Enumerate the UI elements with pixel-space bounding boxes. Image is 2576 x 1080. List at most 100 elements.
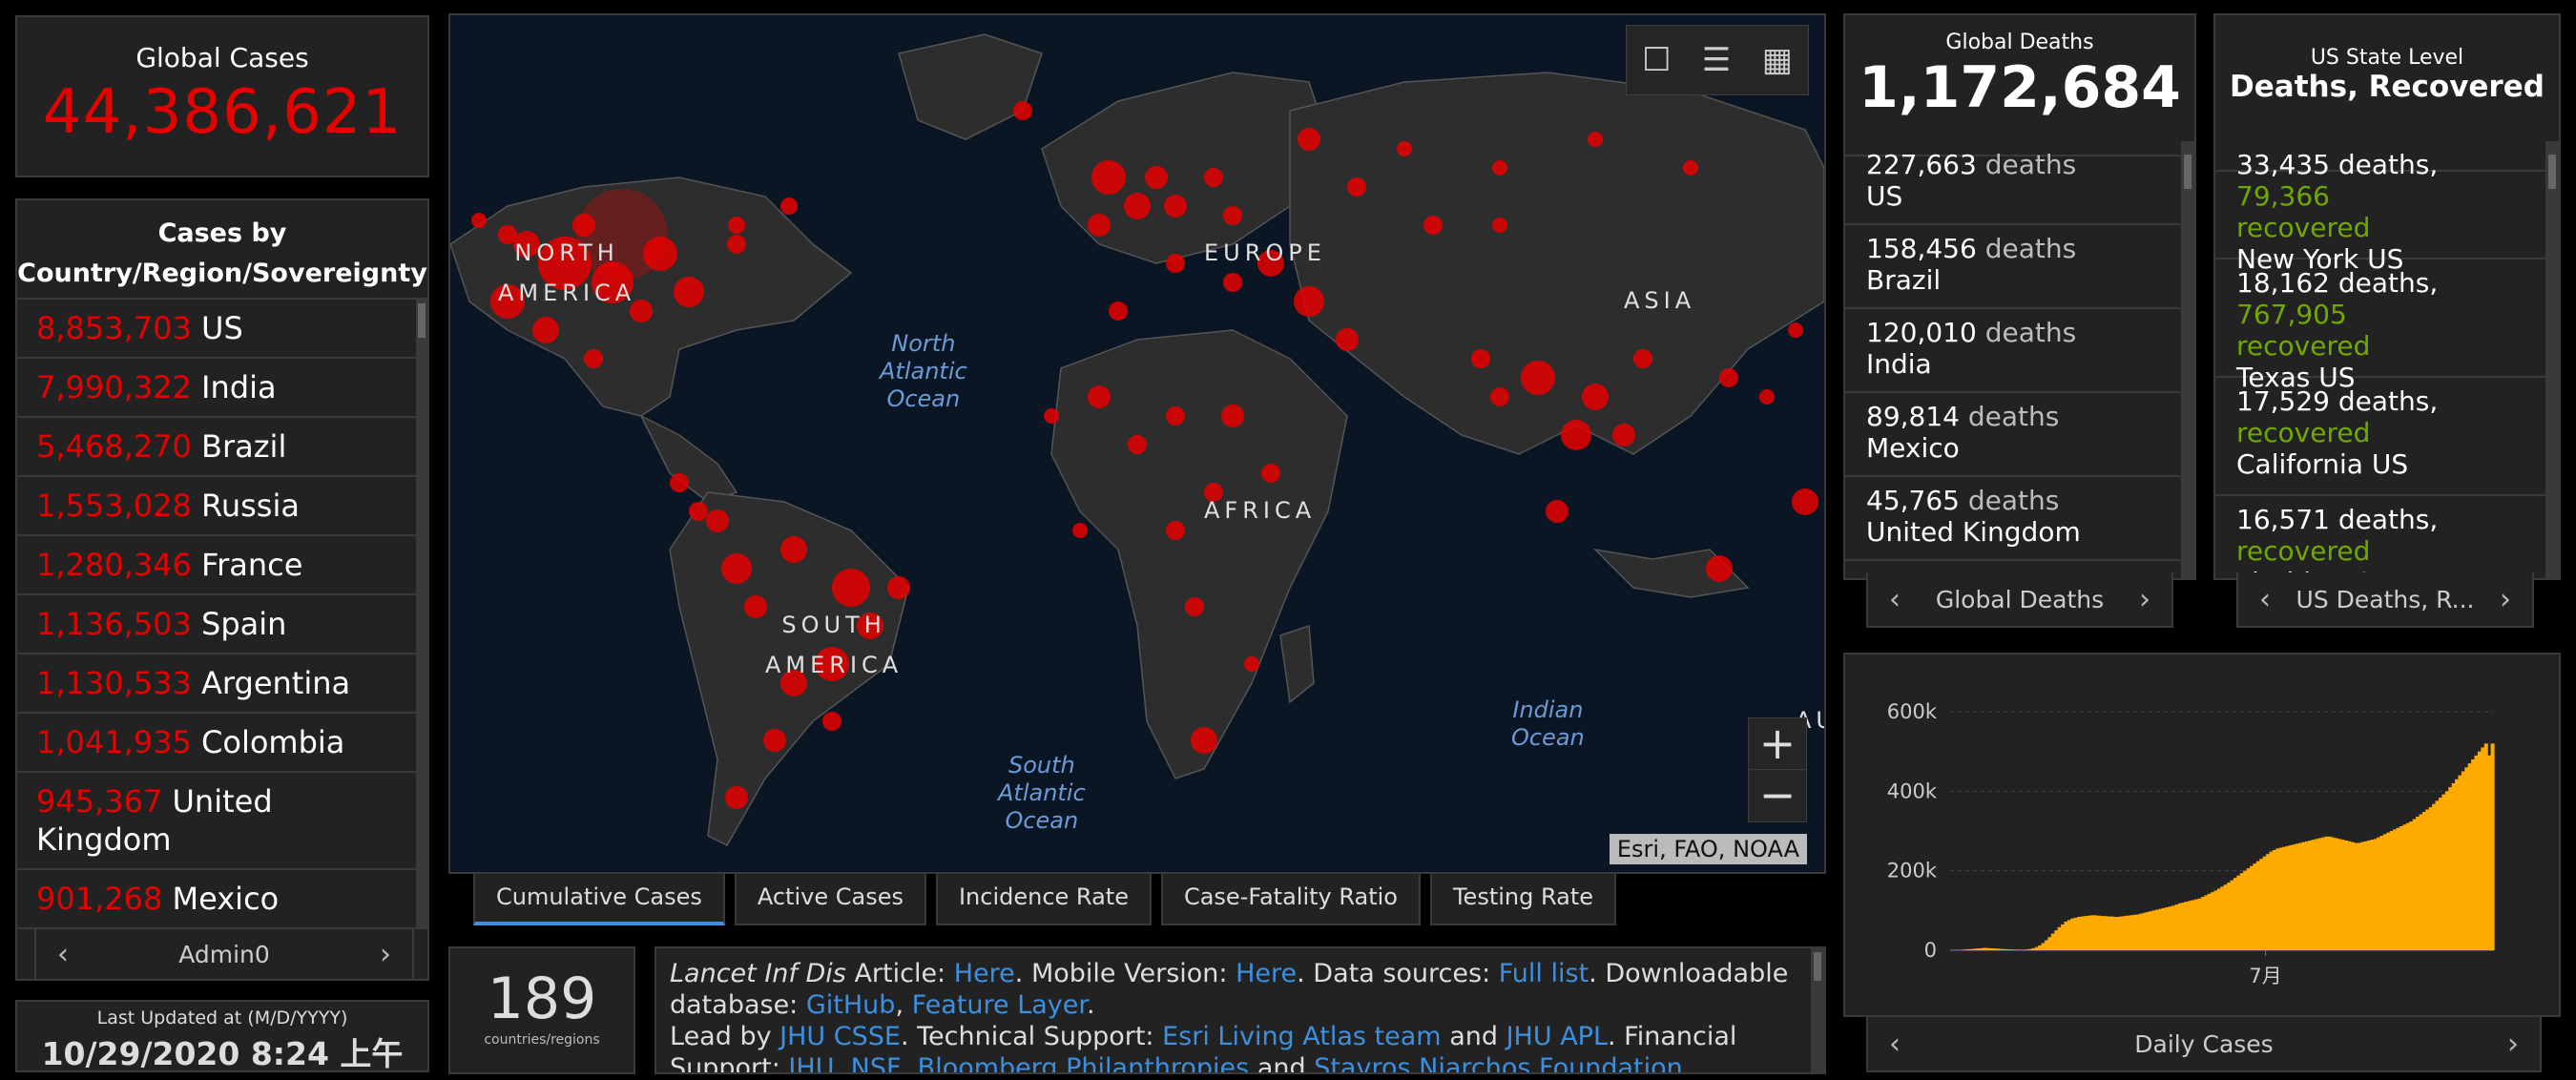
- country-list-item[interactable]: 901,268 Mexico: [17, 870, 416, 929]
- chart-bar: [2057, 926, 2062, 950]
- info-scroll-thumb[interactable]: [1814, 952, 1821, 981]
- chart-bar: [2191, 900, 2195, 950]
- indian-ocean-line1: Indian: [1512, 696, 1584, 723]
- country-count-label: countries/regions: [484, 1032, 600, 1048]
- chart-y-tick-label: 600k: [1887, 700, 1938, 723]
- info-scrollbar[interactable]: [1811, 948, 1824, 1072]
- jhu-csse-link[interactable]: JHU CSSE: [779, 1022, 901, 1051]
- country-list-item[interactable]: 5,468,270 Brazil: [17, 418, 416, 477]
- chart-bar: [2018, 949, 2023, 950]
- country-list-item[interactable]: 1,280,346 France: [17, 536, 416, 595]
- global-deaths-list[interactable]: 227,663 deaths US 158,456 deaths Brazil 120,…: [1845, 141, 2181, 584]
- chart-bar: [2145, 912, 2150, 950]
- country-list-item[interactable]: 1,130,533 Argentina: [17, 654, 416, 714]
- country-list-item[interactable]: 1,136,503 Spain: [17, 595, 416, 654]
- jhu-link[interactable]: JHU: [788, 1053, 834, 1072]
- state-list-item[interactable]: 18,162 deaths, 767,905 recovered Texas US: [2215, 260, 2545, 393]
- state-recovered-count: 79,366: [2236, 180, 2330, 212]
- country-list-item[interactable]: 1,553,028 Russia: [17, 477, 416, 536]
- label-indian-ocean: Indian Ocean: [1511, 696, 1585, 752]
- chart-bar: [2317, 838, 2322, 950]
- stavros-link[interactable]: Stavros Niarchos Foundation: [1314, 1053, 1683, 1072]
- next-page-button[interactable]: ›: [2486, 1028, 2540, 1061]
- tab-cumulative-cases[interactable]: Cumulative Cases: [473, 872, 725, 925]
- country-list-item[interactable]: 1,041,935 Colombia: [17, 714, 416, 773]
- next-page-button[interactable]: ›: [359, 938, 412, 971]
- country-list-item[interactable]: 8,853,703 US: [17, 300, 416, 359]
- prev-page-button[interactable]: ‹: [1868, 583, 1922, 616]
- tab-active-cases[interactable]: Active Cases: [734, 872, 926, 925]
- tab-incidence-rate[interactable]: Incidence Rate: [935, 872, 1152, 925]
- deaths-list-item[interactable]: 158,456 deaths Brazil: [1845, 225, 2181, 309]
- chart-bar: [2343, 841, 2349, 950]
- chart-bar: [2031, 947, 2036, 950]
- deaths-list-item[interactable]: 89,814 deaths Mexico: [1845, 393, 2181, 477]
- chart-bar: [2239, 873, 2244, 950]
- state-scroll-thumb[interactable]: [2548, 155, 2556, 189]
- deaths-list-item[interactable]: 227,663 deaths US: [1845, 141, 2181, 225]
- country-list-scroll-thumb[interactable]: [418, 303, 426, 338]
- chart-bar: [2096, 915, 2101, 950]
- jhu-apl-link[interactable]: JHU APL: [1506, 1022, 1608, 1051]
- next-page-button[interactable]: ›: [2479, 583, 2532, 616]
- deaths-scrollbar[interactable]: [2181, 141, 2194, 580]
- state-scrollbar[interactable]: [2545, 141, 2559, 580]
- country-list-item[interactable]: 7,990,322 India: [17, 359, 416, 418]
- chart-bar: [2419, 814, 2423, 950]
- tab-case-fatality-ratio[interactable]: Case-Fatality Ratio: [1160, 872, 1421, 925]
- country-list-item[interactable]: 945,367 United Kingdom: [17, 773, 416, 870]
- chart-bar: [2311, 840, 2316, 950]
- prev-page-button[interactable]: ‹: [1868, 1028, 1922, 1061]
- cases-by-country-header: Cases by Country/Region/Sovereignty: [17, 200, 427, 300]
- info-text: and: [1249, 1053, 1315, 1074]
- chart-bar: [2165, 907, 2170, 950]
- last-updated-panel: Last Updated at (M/D/YYYY) 10/29/2020 8:…: [15, 1000, 429, 1072]
- article-link[interactable]: Here: [954, 959, 1015, 988]
- chart-bar: [2132, 914, 2137, 950]
- zoom-out-button[interactable]: −: [1748, 769, 1807, 822]
- state-list-item[interactable]: 33,435 deaths, 79,366 recovered New York U…: [2215, 141, 2545, 275]
- country-list[interactable]: 8,853,703 US 7,990,322 India 5,468,270 Bra…: [17, 300, 416, 929]
- deaths-unit: deaths: [1967, 401, 2060, 432]
- nsf-link[interactable]: NSF: [851, 1053, 902, 1072]
- deaths-scroll-thumb[interactable]: [2184, 155, 2192, 189]
- full-list-link[interactable]: Full list: [1499, 959, 1589, 988]
- zoom-in-button[interactable]: +: [1748, 717, 1807, 771]
- qr-grid-icon[interactable]: ▦: [1762, 41, 1793, 79]
- country-count-value: 189: [487, 966, 597, 1032]
- us-state-list[interactable]: 33,435 deaths, 79,366 recovered New York U…: [2215, 141, 2545, 584]
- next-page-button[interactable]: ›: [2118, 583, 2171, 616]
- feature-layer-link[interactable]: Feature Layer: [912, 990, 1087, 1020]
- chart-bar: [2250, 865, 2254, 950]
- chart-bar: [1999, 948, 2004, 950]
- esri-living-atlas-link[interactable]: Esri Living Atlas team: [1162, 1022, 1442, 1051]
- list-icon[interactable]: ☰: [1702, 41, 1731, 79]
- bookmark-icon[interactable]: ☐: [1642, 41, 1671, 79]
- state-list-item[interactable]: 17,529 deaths, recovered California US: [2215, 378, 2545, 496]
- prev-page-button[interactable]: ‹: [2238, 583, 2292, 616]
- deaths-list-item[interactable]: 120,010 deaths India: [1845, 309, 2181, 393]
- state-list-item[interactable]: 16,571 deaths, recoveredFlorida US: [2215, 496, 2545, 584]
- chart-bar: [2321, 837, 2326, 950]
- chart-bar: [2005, 948, 2010, 950]
- deaths-list-item[interactable]: 45,765 deaths United Kingdom: [1845, 477, 2181, 561]
- prev-page-button[interactable]: ‹: [36, 938, 90, 971]
- chart-bar: [2171, 905, 2176, 950]
- bloomberg-link[interactable]: Bloomberg Philanthropies: [918, 1053, 1250, 1072]
- country-list-scrollbar[interactable]: [416, 300, 427, 929]
- info-line1: Lancet Inf Dis Article: Here. Mobile Ver…: [670, 958, 1811, 1021]
- mobile-version-link[interactable]: Here: [1236, 959, 1297, 988]
- chart-y-tick-label: 0: [1924, 939, 1937, 962]
- chart-bar: [2174, 904, 2179, 950]
- chart-bar: [1960, 949, 1964, 950]
- github-link[interactable]: GitHub: [806, 990, 896, 1020]
- south-america-label-line1: SOUTH: [781, 612, 886, 638]
- tab-testing-rate[interactable]: Testing Rate: [1429, 872, 1617, 925]
- label-asia: ASIA: [1624, 287, 1696, 314]
- state-deaths: 16,571 deaths,: [2236, 504, 2439, 535]
- map-canvas[interactable]: [450, 15, 1824, 872]
- world-map[interactable]: NORTH AMERICA SOUTH AMERICA EUROPE ASIA …: [448, 13, 1826, 874]
- cases-header-line2: Country/Region/Sovereignty: [17, 259, 427, 288]
- south-america-label-line2: AMERICA: [765, 652, 904, 678]
- chart-bar: [2047, 937, 2052, 950]
